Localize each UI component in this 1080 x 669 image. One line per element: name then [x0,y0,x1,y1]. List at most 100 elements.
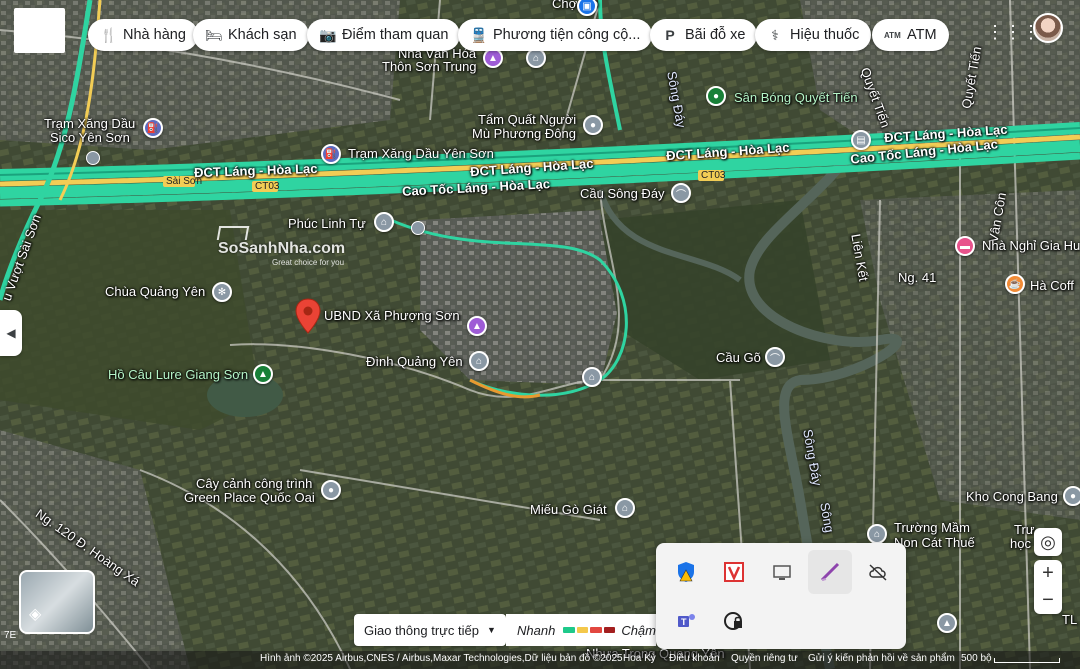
label-san-bong[interactable]: Sân Bóng Quyết Tiến [734,90,858,105]
poi-dinh-icon[interactable]: ⌂ [469,351,489,371]
teams-icon[interactable]: T [664,599,708,643]
apps-grid-icon[interactable]: ⋮⋮⋮ [986,22,1040,46]
feedback-link[interactable]: Gửi ý kiến phản hồi về sản phẩm [808,653,955,664]
label-truong-h-b[interactable]: học [1010,536,1031,551]
poi-market-icon[interactable]: ▣ [577,0,597,16]
legend-bar-fast [563,627,575,633]
label-song-day-2: Sông Đáy [800,428,825,487]
map-labels: .ml { position:absolute; font-family:"Li… [0,0,1080,669]
network-icon[interactable] [760,550,804,594]
crosshair-icon: ◎ [1040,531,1056,552]
label-dct-1: ĐCT Láng - Hòa Lạc [193,160,318,181]
terms-link[interactable]: Điều khoản [669,653,720,664]
label-tram-xang-1b[interactable]: Sico Yên Sơn [50,130,130,145]
pen-icon[interactable] [808,550,852,594]
label-nha-nghi[interactable]: Nhà Nghỉ Gia Hu [982,238,1080,253]
poi-temple-icon[interactable]: ⌂ [374,212,394,232]
label-tram-xang-1a[interactable]: Trạm Xăng Dầu [44,116,135,131]
label-kho-cong-bang[interactable]: Kho Cong Bang [966,489,1058,504]
chip-parking[interactable]: P Bãi đỗ xe [650,19,758,51]
chip-pharmacy[interactable]: ⚕ Hiệu thuốc [755,19,872,51]
label-tl: TL [1062,612,1078,627]
zoom-out-button[interactable]: − [1042,587,1054,614]
label-sai-son: Sài Sơn [166,176,203,187]
poi-kho-icon[interactable]: ● [1063,486,1080,506]
poi-gas-station-icon[interactable]: ⛽ [143,118,163,138]
vpn-lock-icon[interactable] [712,599,756,643]
chip-label: Hiệu thuốc [790,27,860,43]
traffic-dropdown[interactable]: Giao thông trực tiếp ▼ [354,614,506,646]
label-ubnd[interactable]: UBND Xã Phượng Sơn [324,308,460,323]
label-tam-quat-b[interactable]: Mù Phương Đông [472,126,576,141]
poi-bus-icon[interactable]: ▤ [851,130,871,150]
chip-attractions[interactable]: 📷 Điểm tham quan [307,19,461,51]
imagery-credit: Hình ảnh ©2025 Airbus,CNES / Airbus,Maxa… [260,653,623,664]
v-app-icon[interactable] [712,550,756,594]
atm-icon: ATM [884,30,901,40]
poi-cafe-icon[interactable]: ☕ [1005,274,1025,294]
label-ha-coffee[interactable]: Hà Coff [1030,278,1074,293]
poi-school-2-icon[interactable]: ⌂ [582,367,602,387]
poi-monument-icon[interactable]: ▲ [937,613,957,633]
label-truong-mam-b[interactable]: Non Cát Thuế [894,535,975,550]
label-dinh-quang-yen[interactable]: Đình Quảng Yên [366,354,463,369]
poi-park-icon[interactable]: ▲ [253,364,273,384]
label-quyet-tien-2: Quyết Tiến [958,45,985,110]
chip-atm[interactable]: ATM ATM [872,19,949,51]
collapse-panel-button[interactable]: ◀ [0,310,22,356]
poi-nha-van-hoa-icon[interactable]: ▲ [483,48,503,68]
label-chua-quang-yen[interactable]: Chùa Quảng Yên [105,284,205,299]
zoom-control: + − [1034,560,1062,614]
label-tram-xang-2[interactable]: Trạm Xăng Dầu Yên Sơn [348,146,494,161]
chip-hotels[interactable]: 🛏 Khách sạn [193,19,309,51]
privacy-link[interactable]: Quyền riêng tư [731,653,798,664]
menu-logo-box[interactable] [14,8,65,53]
poi-cau-go-icon[interactable]: ⌒ [765,347,785,367]
poi-massage-icon[interactable]: ● [583,115,603,135]
chip-transit[interactable]: 🚆 Phương tiện công cộ... [458,19,653,51]
shield-warning-icon[interactable] [664,550,708,594]
traffic-label: Giao thông trực tiếp [364,622,479,638]
poi-hotel-icon[interactable]: ▬ [955,236,975,256]
label-truong-h-a[interactable]: Trư [1014,522,1035,537]
poi-pagoda-icon[interactable]: ✻ [212,282,232,302]
poi-bus-stop-icon[interactable] [86,151,100,165]
label-cay-canh-a[interactable]: Cây cảnh công trình [196,476,312,491]
poi-bridge-icon[interactable]: ⌒ [671,183,691,203]
poi-san-bong-icon[interactable]: ● [706,86,726,106]
parking-icon: P [665,27,675,43]
poi-truong-mam-icon[interactable]: ⌂ [867,524,887,544]
label-thon-son-trung[interactable]: Thôn Sơn Trung [382,59,477,74]
poi-ubnd-icon[interactable]: ▲ [467,316,487,336]
poi-bus-stop-2-icon[interactable] [411,221,425,235]
avatar[interactable] [1033,13,1063,43]
poi-mieu-icon[interactable]: ⌂ [615,498,635,518]
label-tam-quat-a[interactable]: Tẩm Quất Người [478,112,576,127]
label-truong-mam-a[interactable]: Trường Mầm [894,520,970,535]
chip-label: Điểm tham quan [342,27,449,43]
hotel-icon: 🛏 [205,26,223,43]
cloud-off-icon[interactable] [856,550,900,594]
corner-label: 7E [4,630,17,641]
chip-restaurants[interactable]: 🍴 Nhà hàng [88,19,198,51]
label-cau-go[interactable]: Cầu Gõ [716,350,761,365]
location-pin-icon[interactable] [295,298,321,334]
my-location-button[interactable]: ◎ [1034,528,1062,556]
label-cay-canh-b[interactable]: Green Place Quốc Oai [184,490,315,505]
country-link[interactable]: Hoa Kỳ [623,653,656,664]
scale-bar [994,658,1060,663]
label-ho-cau[interactable]: Hồ Câu Lure Giang Sơn [108,367,248,382]
layers-button[interactable]: ◈ [19,570,95,634]
legend-fast: Nhanh [517,622,556,638]
caret-down-icon: ▼ [486,625,496,635]
label-cau-song-day[interactable]: Cầu Sông Đáy [580,186,665,201]
restaurant-icon: 🍴 [100,26,118,43]
poi-gas-station-2-icon[interactable]: ⛽ [321,144,341,164]
legend-bar-very-slow [603,627,616,633]
chevron-left-icon: ◀ [6,326,16,340]
poi-cay-canh-icon[interactable]: ● [321,480,341,500]
zoom-in-button[interactable]: + [1042,560,1054,587]
poi-school-icon[interactable]: ⌂ [526,48,546,68]
label-mieu-go-giat[interactable]: Miếu Gò Giát [530,502,607,517]
scale-label[interactable]: 500 bộ [961,653,992,664]
